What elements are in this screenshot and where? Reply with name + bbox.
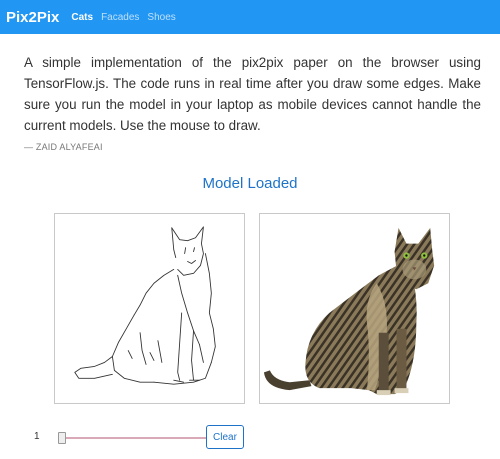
- generated-cat-image: [263, 227, 435, 396]
- drawing-canvas[interactable]: [54, 213, 245, 404]
- author-credit: — ZAID ALYAFEAI: [24, 142, 103, 152]
- navbar: Pix2Pix Cats Facades Shoes: [0, 0, 500, 34]
- slider-track[interactable]: [62, 437, 206, 439]
- tab-facades[interactable]: Facades: [101, 12, 139, 23]
- tab-cats[interactable]: Cats: [71, 12, 93, 23]
- cat-sketch: [74, 226, 216, 385]
- slider-value-label: 1: [34, 431, 40, 442]
- brand-title[interactable]: Pix2Pix: [6, 9, 59, 26]
- model-status: Model Loaded: [202, 175, 298, 192]
- clear-button[interactable]: Clear: [206, 425, 244, 449]
- intro-paragraph: A simple implementation of the pix2pix p…: [24, 55, 481, 133]
- slider-thumb[interactable]: [58, 432, 66, 444]
- tab-shoes[interactable]: Shoes: [147, 12, 175, 23]
- output-canvas: [259, 213, 450, 404]
